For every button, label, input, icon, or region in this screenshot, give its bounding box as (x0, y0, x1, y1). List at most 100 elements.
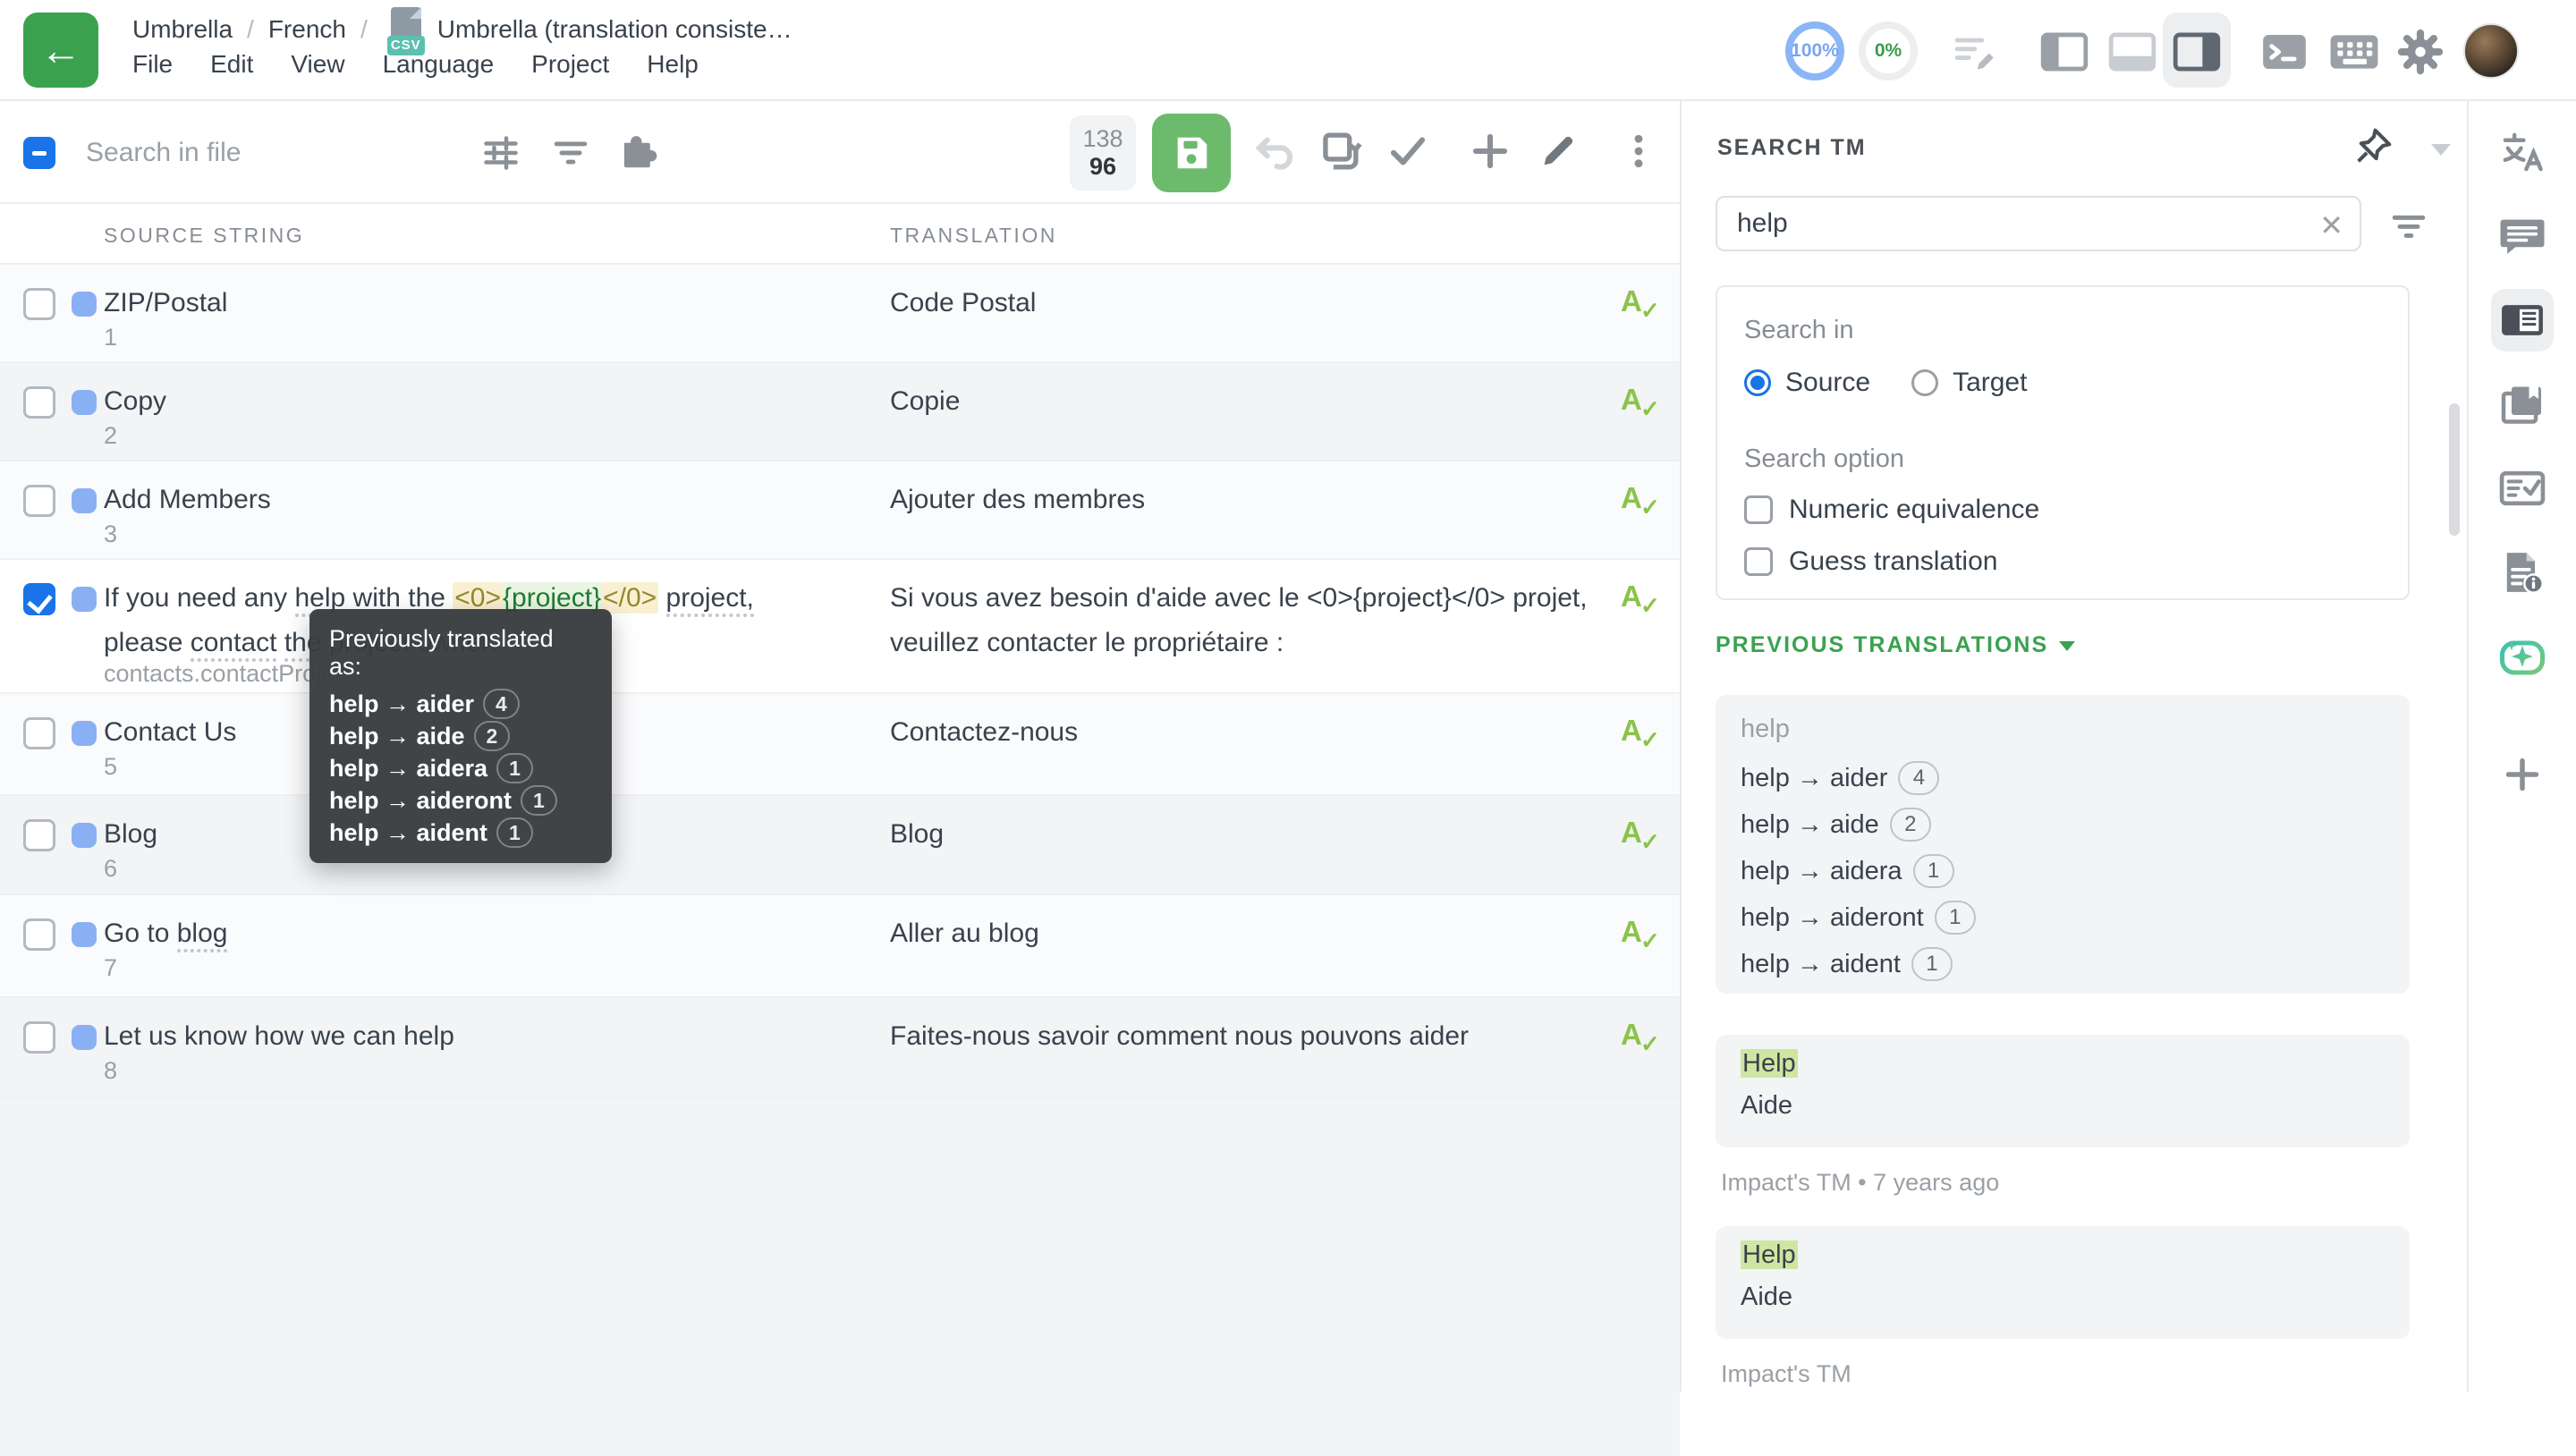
keyboard-shortcuts-icon[interactable] (2329, 27, 2379, 77)
row-checkbox[interactable] (23, 288, 55, 320)
row-checkbox[interactable] (23, 918, 55, 951)
add-string-icon[interactable] (1467, 128, 1513, 174)
rail-checklist-icon[interactable] (2491, 457, 2554, 520)
table-row-5[interactable]: Contact Us5Contactez-nousA✓ (0, 694, 1680, 796)
menu-file[interactable]: File (132, 50, 173, 79)
source-string-text[interactable]: Copy (104, 379, 792, 424)
tm-result-source: Help (1741, 1240, 2385, 1270)
rail-file-info-icon[interactable] (2491, 541, 2554, 604)
menu-language[interactable]: Language (383, 50, 495, 79)
numeric-equivalence-option[interactable]: Numeric equivalence (1744, 495, 2039, 525)
translation-text[interactable]: Copie (890, 379, 1606, 424)
translation-text[interactable]: Aller au blog (890, 911, 1606, 956)
translated-check-icon: A✓ (1621, 284, 1660, 324)
tm-result-card[interactable]: Help Aide (1716, 1226, 2410, 1339)
tm-search-input[interactable] (1737, 203, 2292, 244)
row-checkbox[interactable] (23, 485, 55, 517)
breadcrumb-separator: / (247, 15, 254, 44)
row-checkbox[interactable] (23, 717, 55, 749)
breadcrumb-project[interactable]: Umbrella (132, 15, 233, 44)
panel-scrollbar-thumb[interactable] (2449, 403, 2460, 536)
edit-pencil-icon[interactable] (1535, 128, 1581, 174)
table-row-7[interactable]: Go to blog7Aller au blogA✓ (0, 895, 1680, 998)
select-all-checkbox[interactable] (23, 137, 55, 169)
clear-search-icon[interactable]: ✕ (2319, 208, 2343, 242)
table-row-2[interactable]: Copy2CopieA✓ (0, 363, 1680, 461)
radio-source-control[interactable] (1744, 369, 1771, 396)
panel-collapse-caret[interactable] (2431, 144, 2451, 156)
menu-help[interactable]: Help (647, 50, 699, 79)
source-string-text[interactable]: Go to blog (104, 911, 792, 956)
layout-bottom-panel-button[interactable] (2107, 27, 2157, 77)
row-checkbox[interactable] (23, 819, 55, 851)
previous-translation-item[interactable]: help → aider4 (1741, 755, 2385, 801)
rail-search-tm-icon-active[interactable] (2491, 289, 2554, 351)
layout-left-panel-button[interactable] (2039, 27, 2089, 77)
translation-text[interactable]: Contactez-nous (890, 710, 1606, 755)
usage-count-badge: 1 (496, 817, 533, 848)
rail-add-panel-icon[interactable] (2491, 743, 2554, 806)
copy-source-icon[interactable] (1317, 128, 1363, 174)
save-button[interactable] (1152, 114, 1231, 192)
tm-result-card[interactable]: Help Aide (1716, 1035, 2410, 1147)
previous-translation-item[interactable]: help → aide2 (1741, 801, 2385, 848)
breadcrumb-language[interactable]: French (268, 15, 346, 44)
numeric-equivalence-checkbox[interactable] (1744, 495, 1773, 524)
row-checkbox[interactable] (23, 386, 55, 419)
previous-translation-item[interactable]: help → aidera1 (1741, 848, 2385, 894)
rail-translate-icon[interactable] (2491, 121, 2554, 183)
guess-translation-checkbox[interactable] (1744, 547, 1773, 576)
translation-text[interactable]: Ajouter des membres (890, 478, 1606, 522)
source-string-text[interactable]: ZIP/Postal (104, 281, 792, 326)
source-text-segment: Let us know how we can help (104, 1021, 454, 1051)
table-row-1[interactable]: ZIP/Postal1Code PostalA✓ (0, 265, 1680, 363)
source-text-segment (276, 628, 284, 657)
source-string-text[interactable]: Let us know how we can help (104, 1014, 792, 1059)
more-options-icon[interactable] (1615, 128, 1662, 174)
menu-project[interactable]: Project (531, 50, 609, 79)
row-checkbox[interactable] (23, 1021, 55, 1054)
tm-filter-icon[interactable] (2388, 205, 2429, 246)
guess-translation-option[interactable]: Guess translation (1744, 546, 1997, 577)
usage-count-badge: 2 (1890, 808, 1931, 842)
radio-source[interactable]: Source (1744, 368, 1870, 398)
radio-target[interactable]: Target (1911, 368, 2027, 398)
settings-gear-icon[interactable] (2395, 27, 2445, 77)
user-avatar[interactable] (2463, 23, 2519, 79)
rail-glossary-icon[interactable] (2491, 373, 2554, 436)
row-checkbox[interactable] (23, 583, 55, 615)
translation-text[interactable]: Code Postal (890, 281, 1606, 326)
back-button[interactable]: ← (23, 13, 98, 88)
tooltip-translation-item: help → aident1 (329, 817, 592, 849)
table-row-4[interactable]: If you need any help with the <0>{projec… (0, 560, 1680, 694)
source-string-text[interactable]: Add Members (104, 478, 792, 522)
rail-comments-icon[interactable] (2491, 205, 2554, 267)
table-row-8[interactable]: Let us know how we can help8Faites-nous … (0, 998, 1680, 1098)
breadcrumb-file[interactable]: Umbrella (translation consiste… (437, 15, 792, 44)
table-row-6[interactable]: Blog6BlogA✓ (0, 796, 1680, 895)
translation-text[interactable]: Si vous avez besoin d'aide avec le <0>{p… (890, 576, 1606, 665)
search-in-file-input[interactable] (86, 126, 462, 180)
radio-target-control[interactable] (1911, 369, 1938, 396)
notes-edit-icon[interactable] (1948, 27, 1998, 77)
filter-settings-icon[interactable] (478, 130, 524, 176)
previous-translation-item[interactable]: help → aident1 (1741, 941, 2385, 987)
previous-translations-toggle[interactable]: PREVIOUS TRANSLATIONS (1716, 632, 2075, 658)
source-text-segment: ZIP/Postal (104, 288, 227, 317)
previous-translation-item[interactable]: help → aideront1 (1741, 894, 2385, 941)
plugins-puzzle-icon[interactable] (614, 130, 660, 176)
rail-ai-assistant-icon[interactable] (2491, 625, 2554, 688)
menu-view[interactable]: View (291, 50, 344, 79)
approved-progress-ring[interactable]: 0% (1859, 21, 1918, 80)
source-text-segment (658, 583, 665, 613)
layout-right-panel-button[interactable] (2172, 27, 2222, 77)
table-row-3[interactable]: Add Members3Ajouter des membresA✓ (0, 461, 1680, 560)
filter-strings-icon[interactable] (547, 130, 594, 176)
console-icon[interactable] (2259, 27, 2309, 77)
translation-text[interactable]: Blog (890, 812, 1606, 857)
approve-check-icon[interactable] (1385, 128, 1431, 174)
pin-panel-icon[interactable] (2354, 126, 2394, 165)
menu-edit[interactable]: Edit (210, 50, 253, 79)
translated-progress-ring[interactable]: 100% (1785, 21, 1844, 80)
translation-text[interactable]: Faites-nous savoir comment nous pouvons … (890, 1014, 1606, 1059)
